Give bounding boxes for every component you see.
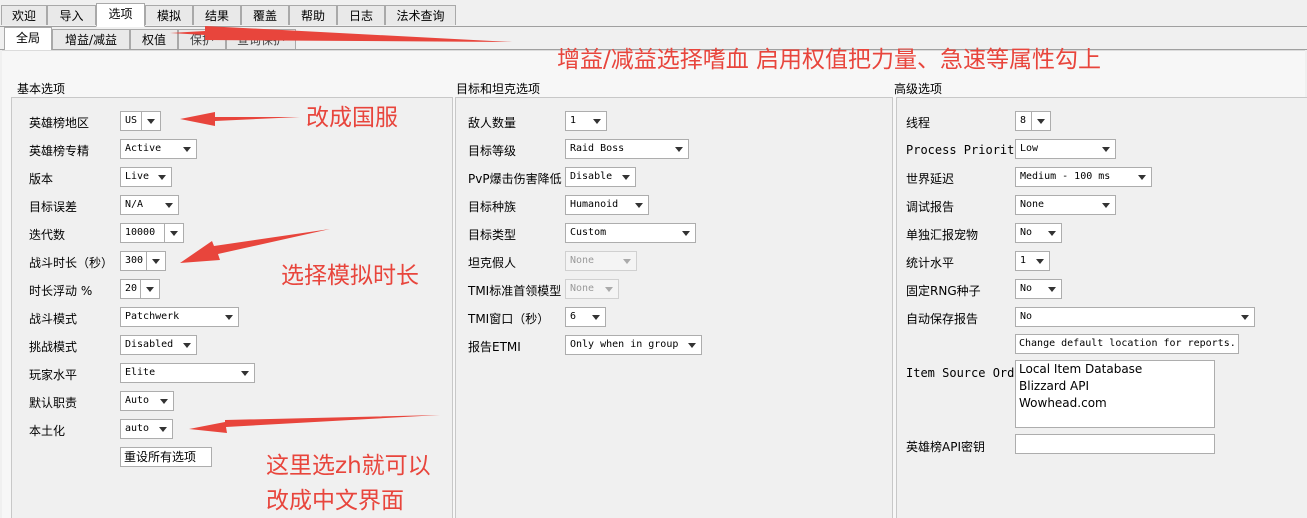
buffs-annotation: 增益/减益选择嗜血 启用权值把力量、急速等属性勾上 (557, 47, 1102, 73)
region-annotation: 改成国服 (306, 105, 398, 131)
duration-annotation: 选择模拟时长 (281, 263, 419, 289)
arrow-to-localization (189, 415, 440, 433)
locale-annotation-line1: 这里选zh就可以 (266, 453, 431, 479)
arrow-to-region (180, 112, 300, 126)
arrow-to-buffs-tab (170, 26, 512, 42)
annotation-arrows (170, 26, 512, 433)
locale-annotation-line2: 改成中文界面 (266, 488, 404, 514)
